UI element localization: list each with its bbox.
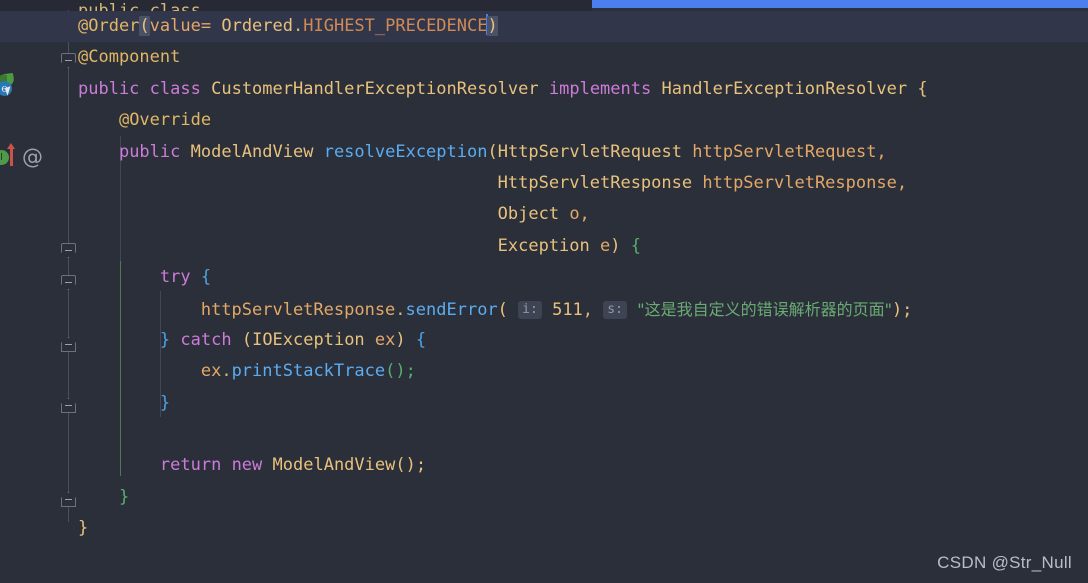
token-class: class: [149, 78, 201, 99]
token-return: return: [159, 455, 222, 476]
line-return[interactable]: return new ModelAndView();: [0, 450, 1088, 481]
token-try: try: [159, 267, 191, 288]
line-param-response[interactable]: HttpServletResponse httpServletResponse,: [0, 168, 1088, 199]
token-model-and-view: ModelAndView: [272, 455, 396, 476]
token-dot: .: [293, 16, 304, 36]
token-dot-print: .: [221, 361, 232, 382]
token-brace-open-method: {: [630, 235, 642, 256]
token-ex-ref: ex: [200, 361, 222, 382]
line-print-stack[interactable]: ex.printStackTrace();: [0, 356, 1088, 387]
token-value-eq: value=: [149, 16, 212, 36]
line-param-object[interactable]: Object o,: [0, 199, 1088, 230]
clipped-code-line: public class ... ,: [78, 1, 263, 11]
ide-editor-window: public class ... , e I @ @Order(value= O…: [0, 0, 1088, 583]
token-public-method: public: [118, 141, 181, 162]
token-type-exception: Exception: [497, 235, 590, 256]
token-paren-close-catch: ): [395, 329, 406, 350]
token-method-name: resolveException: [323, 141, 488, 162]
editor-top-strip: public class ... ,: [0, 0, 1088, 11]
token-ordered: Ordered: [221, 16, 293, 36]
token-return-type: ModelAndView: [190, 141, 314, 162]
token-ex-param: ex: [374, 329, 396, 350]
token-obj-response: httpServletResponse: [200, 299, 396, 320]
token-model-parens: ();: [395, 455, 427, 476]
token-catch: catch: [180, 329, 232, 350]
line-catch-close[interactable]: }: [0, 388, 1088, 419]
token-brace-open-try: {: [200, 267, 212, 288]
token-public: public: [78, 78, 140, 99]
line-component[interactable]: @Component: [0, 42, 1088, 73]
token-brace-close-method: }: [118, 486, 130, 507]
line-override[interactable]: @Override: [0, 105, 1088, 136]
csdn-watermark: CSDN @Str_Null: [937, 553, 1072, 572]
line-order[interactable]: @Order(value= Ordered.HIGHEST_PRECEDENCE…: [0, 11, 1088, 43]
token-send-error: sendError: [405, 299, 498, 320]
token-type-response: HttpServletResponse: [497, 172, 693, 193]
code-area[interactable]: @Order(value= Ordered.HIGHEST_PRECEDENCE…: [0, 11, 1088, 551]
token-comma: ,: [582, 299, 594, 320]
param-hint-int[interactable]: i:: [518, 300, 542, 319]
token-type-object: Object: [497, 204, 560, 225]
param-hint-string[interactable]: s:: [603, 300, 627, 319]
line-class-decl[interactable]: public class CustomerHandlerExceptionRes…: [0, 74, 1088, 105]
token-arg-request: httpServletRequest,: [692, 141, 887, 162]
token-code-511: 511: [552, 299, 583, 320]
token-arg-object: o,: [569, 204, 590, 225]
token-cn-message: "这是我自定义的错误解析器的页面": [637, 299, 892, 319]
token-paren-open-send: (: [497, 299, 508, 320]
line-param-exception[interactable]: Exception e) {: [0, 231, 1088, 262]
token-paren-close-send: );: [891, 299, 913, 320]
token-at-override: @Override: [118, 110, 212, 131]
selection-strip[interactable]: [592, 0, 1088, 8]
token-arg-exception: e: [600, 235, 611, 256]
token-dot-send: .: [395, 299, 406, 320]
token-interface-name: HandlerExceptionResolver: [661, 78, 908, 99]
token-at-order: @Order: [78, 16, 140, 36]
token-print-stack-trace: printStackTrace: [231, 361, 386, 382]
token-empty-parens: ();: [385, 361, 416, 382]
token-paren-close: ): [487, 16, 498, 36]
line-method-decl[interactable]: public ModelAndView resolveException(Htt…: [0, 137, 1088, 168]
token-paren-open-method: (: [487, 141, 498, 162]
token-brace-close-try: }: [159, 329, 171, 350]
token-brace-open-class: {: [917, 78, 928, 99]
token-io-exception: IOException: [252, 329, 365, 350]
token-brace-open-catch: {: [415, 329, 427, 350]
token-highest-precedence: HIGHEST_PRECEDENCE: [303, 16, 488, 36]
token-implements: implements: [548, 78, 652, 99]
line-send-error[interactable]: httpServletResponse.sendError( i: 511, s…: [0, 294, 1088, 325]
token-paren-open: (: [139, 16, 150, 36]
token-paren-close-method: ): [610, 235, 621, 256]
line-try[interactable]: try {: [0, 262, 1088, 293]
line-method-close[interactable]: }: [0, 482, 1088, 513]
token-arg-response: httpServletResponse,: [702, 172, 908, 193]
token-brace-close-class: }: [78, 518, 89, 539]
token-class-name: CustomerHandlerExceptionResolver: [211, 78, 539, 99]
line-catch[interactable]: } catch (IOException ex) {: [0, 325, 1088, 356]
token-type-request: HttpServletRequest: [497, 141, 682, 162]
token-new: new: [231, 455, 263, 476]
token-paren-open-catch: (: [241, 329, 253, 350]
token-at-component: @Component: [78, 47, 181, 68]
token-brace-close-catch: }: [159, 392, 171, 413]
line-blank[interactable]: [0, 419, 1088, 450]
line-class-close[interactable]: }: [0, 513, 1088, 544]
